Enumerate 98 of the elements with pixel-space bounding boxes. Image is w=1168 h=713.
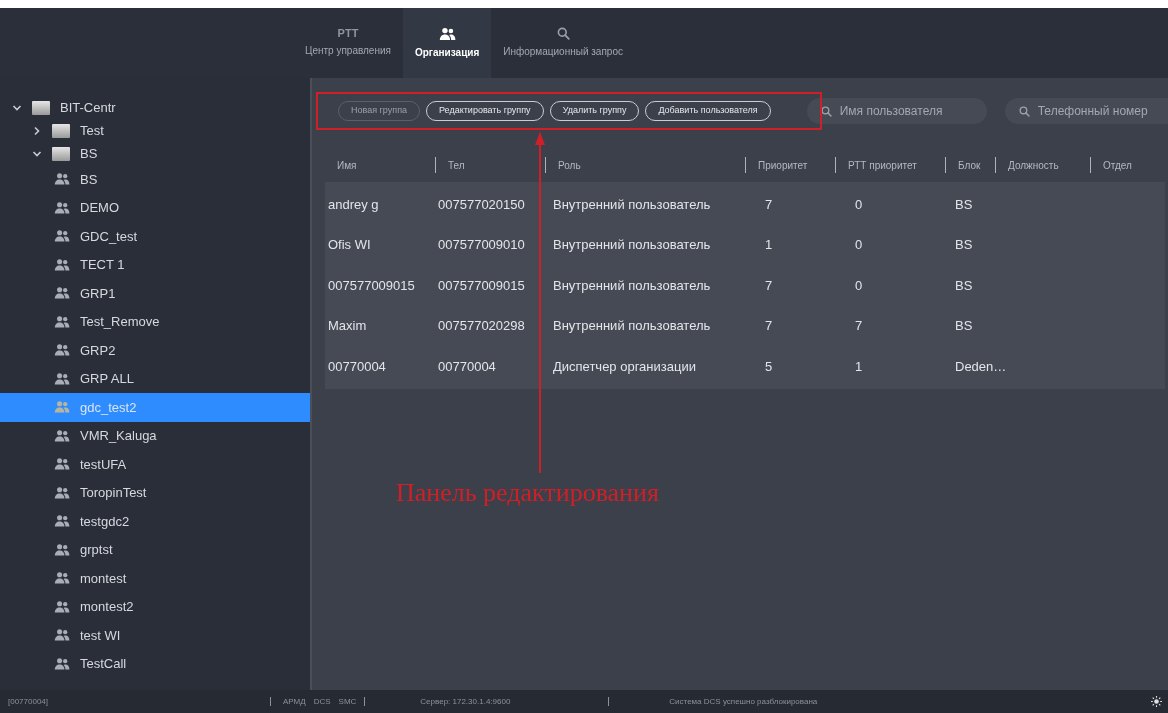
status-text: Сервер: 172.30.1.4:9600	[420, 695, 512, 708]
table-cell: 7	[765, 318, 773, 333]
table-cell: BS	[955, 196, 973, 212]
search-icon	[1018, 105, 1030, 117]
table-cell: 5	[765, 358, 773, 374]
tree-item[interactable]: GDC_test	[0, 222, 310, 251]
tree-item[interactable]: BS	[0, 165, 310, 194]
table-cell: 1	[765, 237, 773, 252]
column-header: Блок	[958, 158, 981, 173]
tree-item[interactable]: grptst	[0, 535, 310, 564]
table-cell: Deden…	[955, 358, 1007, 374]
tree-item[interactable]: Test_Remove	[0, 307, 310, 336]
group-icon	[54, 599, 70, 614]
search-field[interactable]: Имя пользователя	[806, 98, 987, 124]
nav-tab[interactable]: Организация	[402, 8, 492, 78]
table-cell: 7	[765, 196, 773, 212]
column-header: Имя	[337, 158, 357, 173]
tree-item[interactable]: TestCall	[0, 649, 310, 678]
table-cell: 1	[855, 358, 863, 374]
tree-item[interactable]: test WI	[0, 621, 310, 650]
tree-item[interactable]: GRP ALL	[0, 364, 310, 393]
table-cell: Внутренний пользователь	[553, 277, 711, 293]
tree-item[interactable]: montest2	[0, 592, 310, 621]
table-cell: Внутренний пользователь	[553, 318, 711, 333]
table-cell: Диспетчер организации	[553, 358, 696, 374]
group-icon	[54, 172, 70, 187]
group-icon	[54, 257, 70, 272]
table-cell: 007577009015	[328, 277, 415, 293]
nav-tab[interactable]: PTT Центр управления	[293, 8, 403, 78]
column-header: Роль	[558, 158, 581, 173]
table-cell: Внутренний пользователь	[553, 196, 711, 212]
group-icon	[54, 229, 70, 244]
search-icon	[820, 105, 832, 117]
table-cell: 007577020298	[438, 318, 525, 333]
table-cell: andrey g	[328, 196, 379, 212]
table-cell: BS	[955, 277, 973, 293]
tab-caption: PTT	[337, 28, 359, 39]
group-icon	[54, 485, 70, 500]
tree-item[interactable]: testUFA	[0, 450, 310, 479]
folder-icon	[32, 100, 50, 115]
tree-item[interactable]: testgdc2	[0, 507, 310, 536]
table-cell: 7	[765, 277, 773, 293]
group-icon	[54, 400, 70, 415]
sun-icon	[1151, 696, 1162, 707]
folder-icon	[52, 123, 70, 138]
tree-item[interactable]: GRP2	[0, 336, 310, 365]
table-cell: Maxim	[328, 318, 367, 333]
table-cell: 7	[855, 318, 863, 333]
search-icon	[556, 27, 570, 40]
group-icon	[54, 628, 70, 643]
column-header: РТТ приоритет	[848, 158, 917, 173]
group-icon	[54, 571, 70, 586]
search-field[interactable]: Телефонный номер	[1004, 98, 1168, 124]
column-header: Приоритет	[758, 158, 808, 173]
status-text: DCS	[313, 695, 331, 708]
tree-item[interactable]: ToropinTest	[0, 478, 310, 507]
status-text: SMC	[338, 695, 357, 708]
annotation-label: Панель редактирования	[396, 478, 659, 507]
table-cell: 0	[855, 277, 863, 293]
chevron-right-icon[interactable]	[32, 125, 42, 136]
group-icon	[54, 542, 70, 557]
folder-icon	[52, 146, 70, 161]
status-text: [00770004]	[8, 695, 50, 708]
table-cell: 007577009010	[438, 237, 525, 252]
table-cell: 007577020150	[438, 196, 525, 212]
tree-item[interactable]: Test	[0, 119, 310, 142]
table-cell: 007577009015	[438, 277, 525, 293]
people-icon	[438, 26, 456, 41]
table-cell: Внутренний пользователь	[553, 237, 711, 252]
group-icon	[54, 343, 70, 358]
status-text: АРМД	[283, 695, 306, 708]
table-cell: BS	[955, 237, 973, 252]
table-cell: 0	[855, 196, 863, 212]
nav-tab[interactable]: Информационный запрос	[491, 8, 635, 78]
table-cell: Ofis WI	[328, 237, 371, 252]
group-icon	[54, 514, 70, 529]
group-icon	[54, 314, 70, 329]
tree-item[interactable]: BIT-Centr	[0, 96, 310, 119]
column-header: Должность	[1008, 158, 1059, 173]
tree-item[interactable]: montest	[0, 564, 310, 593]
group-icon	[54, 200, 70, 215]
group-icon	[54, 457, 70, 472]
group-icon	[54, 428, 70, 443]
status-text: Система DCS успешно разблокирована	[669, 695, 818, 708]
tree-item[interactable]: TECT 1	[0, 250, 310, 279]
column-header: Отдел	[1103, 158, 1132, 173]
column-header: Тел	[448, 158, 465, 173]
tree-item[interactable]: GRP1	[0, 279, 310, 308]
tree-item[interactable]: DEMO	[0, 193, 310, 222]
table-cell: 00770004	[438, 358, 496, 374]
table-cell: BS	[955, 318, 973, 333]
group-icon	[54, 286, 70, 301]
tree-item[interactable]: VMR_Kaluga	[0, 421, 310, 450]
table-cell: 00770004	[328, 358, 386, 374]
group-icon	[54, 656, 70, 671]
group-icon	[54, 371, 70, 386]
table-cell: 0	[855, 237, 863, 252]
tree-item[interactable]: BS	[0, 142, 310, 165]
